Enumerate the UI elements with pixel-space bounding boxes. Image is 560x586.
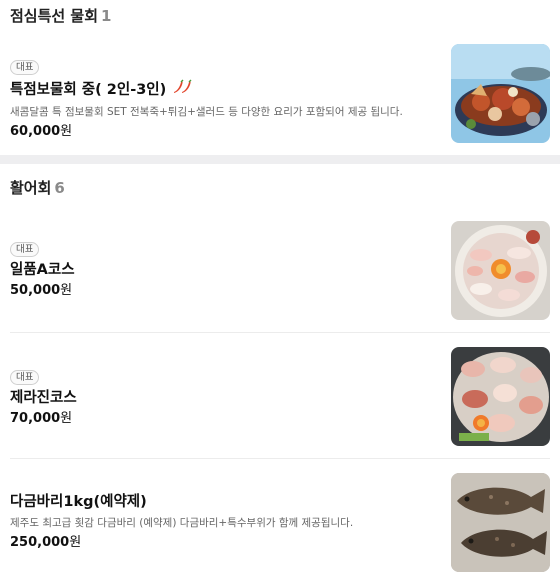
menu-item-name-text: 일품A코스 [10, 262, 75, 278]
signature-badge: 대표 [10, 370, 40, 385]
menu-item[interactable]: 다금바리1kg(예약제) 제주도 최고급 횟감 다금바리 (예약제) 다금바리+… [0, 459, 560, 583]
menu-section-lunch-special: 점심특선 물회 1 대표 특점보물회 중( 2인-3인) 새콤달콤 특 점보물회 … [0, 0, 560, 155]
menu-item-price: 250,000원 [10, 534, 439, 552]
menu-item-price: 60,000원 [10, 123, 439, 141]
price-value: 70,000 [10, 411, 61, 426]
menu-item-photo[interactable] [451, 347, 550, 446]
menu-item[interactable]: 대표 일품A코스 50,000원 [0, 206, 560, 333]
price-currency: 원 [60, 411, 73, 426]
menu-item[interactable]: 대표 특점보물회 중( 2인-3인) 새콤달콤 특 점보물회 SET 전복죽+튀… [0, 30, 560, 155]
price-currency: 원 [60, 283, 73, 298]
price-value: 50,000 [10, 283, 61, 298]
menu-item-name-text: 다금바리1kg(예약제) [10, 494, 147, 510]
menu-item-description: 제주도 최고급 횟감 다금바리 (예약제) 다금바리+특수부위가 함께 제공됩니… [10, 517, 354, 529]
menu-item-photo[interactable] [451, 473, 550, 572]
menu-item-info: 대표 제라진코스 70,000원 [10, 347, 451, 428]
price-value: 60,000 [10, 124, 61, 139]
menu-section-live-sashimi: 활어회 6 대표 일품A코스 50,000원 대표 제라진코스 70,000원 … [0, 164, 560, 583]
menu-item-photo[interactable] [451, 221, 550, 320]
section-title: 점심특선 물회 1 [0, 0, 560, 30]
menu-item-name-text: 특점보물회 중( 2인-3인) [10, 81, 167, 98]
section-item-count: 6 [54, 179, 65, 197]
section-divider [0, 155, 560, 164]
menu-item-name: 다금바리1kg(예약제) [10, 493, 439, 511]
menu-item[interactable]: 대표 제라진코스 70,000원 [0, 333, 560, 459]
menu-item-info: 다금바리1kg(예약제) 제주도 최고급 횟감 다금바리 (예약제) 다금바리+… [10, 473, 451, 552]
price-value: 250,000 [10, 535, 70, 550]
badge-row: 대표 [10, 237, 439, 257]
section-title-text: 활어회 [10, 179, 52, 197]
signature-badge: 대표 [10, 242, 40, 257]
signature-badge: 대표 [10, 60, 40, 75]
section-title-text: 점심특선 물회 [10, 7, 99, 25]
badge-row: 대표 [10, 365, 439, 385]
menu-item-photo[interactable] [451, 44, 550, 143]
menu-item-info: 대표 일품A코스 50,000원 [10, 221, 451, 300]
menu-item-name-text: 제라진코스 [10, 390, 77, 406]
menu-item-name: 일품A코스 [10, 261, 439, 279]
price-currency: 원 [60, 124, 73, 139]
menu-item-price: 70,000원 [10, 410, 439, 428]
price-currency: 원 [69, 535, 82, 550]
menu-item-name: 제라진코스 [10, 389, 439, 407]
section-title: 활어회 6 [0, 164, 560, 206]
menu-item-description: 새콤달콤 특 점보물회 SET 전복죽+튀김+샐러드 등 다양한 요리가 포함되… [10, 106, 403, 118]
spicy-pepper-icon [171, 79, 193, 100]
section-item-count: 1 [101, 7, 112, 25]
menu-item-name: 특점보물회 중( 2인-3인) [10, 79, 439, 100]
menu-item-price: 50,000원 [10, 282, 439, 300]
badge-row: 대표 [10, 55, 439, 75]
menu-item-info: 대표 특점보물회 중( 2인-3인) 새콤달콤 특 점보물회 SET 전복죽+튀… [10, 44, 451, 141]
